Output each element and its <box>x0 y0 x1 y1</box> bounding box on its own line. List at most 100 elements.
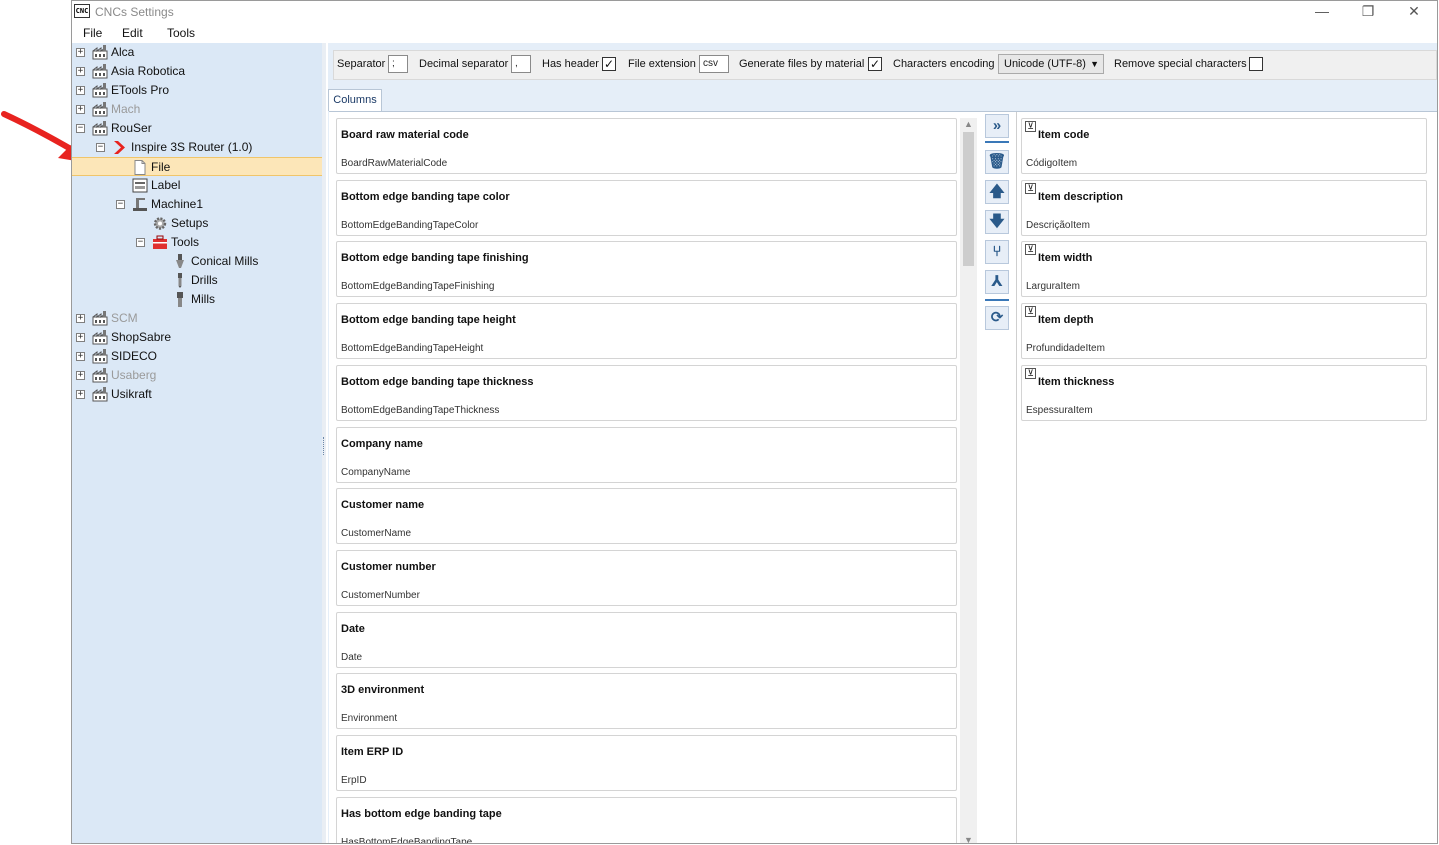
delete-button[interactable]: 🗑 <box>985 150 1009 174</box>
encoding-select[interactable]: Unicode (UTF-8) ▼ <box>998 54 1104 74</box>
tree-node-label: Machine1 <box>151 197 204 211</box>
available-column-item[interactable]: Item ERP ID ErpID <box>336 735 957 791</box>
tree-node[interactable]: − Machine1 <box>72 195 322 214</box>
expand-icon[interactable]: + <box>76 86 85 95</box>
collapse-icon[interactable]: − <box>76 124 85 133</box>
tree-node[interactable]: File <box>72 157 322 176</box>
minimize-button[interactable]: — <box>1299 1 1345 23</box>
collapse-toggle-icon[interactable]: ⊻ <box>1025 244 1036 256</box>
separator-input[interactable]: ; <box>388 55 408 73</box>
available-column-item[interactable]: Board raw material code BoardRawMaterialC… <box>336 118 957 174</box>
selected-column-item[interactable]: ⊻ Item code CódigoItem <box>1021 118 1427 174</box>
remove-special-checkbox[interactable] <box>1249 57 1263 71</box>
factory-icon <box>92 387 108 402</box>
tree-node-label: Setups <box>171 216 209 230</box>
decimal-separator-input[interactable]: , <box>511 55 531 73</box>
tree-node[interactable]: + ETools Pro <box>72 81 322 100</box>
expand-icon[interactable]: + <box>76 314 85 323</box>
collapse-toggle-icon[interactable]: ⊻ <box>1025 182 1036 194</box>
available-column-item[interactable]: 3D environment Environment <box>336 673 957 730</box>
move-down-button[interactable]: 🡇 <box>985 210 1009 234</box>
expand-icon[interactable]: + <box>76 48 85 57</box>
move-up-button[interactable]: 🡅 <box>985 180 1009 204</box>
merge-button[interactable]: ⑂ <box>985 240 1009 264</box>
scroll-down-icon[interactable]: ▼ <box>960 834 977 843</box>
menu-edit[interactable]: Edit <box>122 26 143 40</box>
tree-node-label: ShopSabre <box>111 330 172 344</box>
collapse-icon[interactable]: − <box>116 200 125 209</box>
selected-column-item[interactable]: ⊻ Item depth ProfundidadeItem <box>1021 303 1427 360</box>
tree-node[interactable]: + Asia Robotica <box>72 62 322 81</box>
expand-icon[interactable]: + <box>76 333 85 342</box>
add-all-button[interactable]: » <box>985 114 1009 138</box>
tree-node[interactable]: − Tools <box>72 233 322 252</box>
column-field-name: Environment <box>341 713 398 725</box>
column-title: Customer name <box>341 499 425 512</box>
tree-node[interactable]: − RouSer <box>72 119 322 138</box>
tree-node[interactable]: + Usikraft <box>72 385 322 404</box>
window-title: CNCs Settings <box>95 5 174 19</box>
available-column-item[interactable]: Customer number CustomerNumber <box>336 549 957 606</box>
selected-column-item[interactable]: ⊻ Item width LarguraItem <box>1021 241 1427 298</box>
expand-icon[interactable]: + <box>76 105 85 114</box>
tree-node[interactable]: + Usaberg <box>72 366 322 385</box>
tree-node[interactable]: + ShopSabre <box>72 328 322 347</box>
collapse-icon[interactable]: − <box>136 238 145 247</box>
tree-node[interactable]: Label <box>72 176 322 195</box>
column-field-name: BottomEdgeBandingTapeThickness <box>341 404 500 416</box>
available-column-item[interactable]: Bottom edge banding tape thickness Bottom… <box>336 364 957 421</box>
column-title: 3D environment <box>341 684 425 697</box>
split-button[interactable]: ⅄ <box>985 270 1009 294</box>
expand-icon[interactable]: + <box>76 371 85 380</box>
close-button[interactable]: ✕ <box>1391 1 1437 23</box>
available-column-item[interactable]: Has bottom edge banding tape HasBottomEdg… <box>336 796 957 844</box>
restore-button[interactable]: ❐ <box>1345 1 1391 23</box>
expand-icon[interactable]: + <box>76 67 85 76</box>
expand-icon[interactable]: + <box>76 352 85 361</box>
column-field-name: HasBottomEdgeBandingTape <box>341 836 473 844</box>
tree-node[interactable]: − Inspire 3S Router (1.0) <box>72 138 322 157</box>
tree-node-label: File <box>151 160 171 174</box>
tree-node[interactable]: + SCM <box>72 309 322 328</box>
tree-node[interactable]: Drills <box>72 271 322 290</box>
collapse-toggle-icon[interactable]: ⊻ <box>1025 306 1036 318</box>
column-field-name: EspessuraItem <box>1026 404 1093 416</box>
tab-columns[interactable]: Columns <box>328 89 382 111</box>
menu-tools[interactable]: Tools <box>167 26 195 40</box>
available-columns-scrollbar[interactable]: ▲ ▼ <box>960 118 977 843</box>
selected-column-item[interactable]: ⊻ Item description DescriçãoItem <box>1021 179 1427 236</box>
has-header-checkbox[interactable]: ✓ <box>602 57 616 71</box>
file-extension-input[interactable]: csv <box>699 55 729 73</box>
tree-node[interactable]: + Alca <box>72 43 322 62</box>
collapse-icon[interactable]: − <box>96 143 105 152</box>
reset-button[interactable]: ⟳ <box>985 306 1009 330</box>
available-column-item[interactable]: Customer name CustomerName <box>336 488 957 545</box>
selected-column-item[interactable]: ⊻ Item thickness EspessuraItem <box>1021 364 1427 421</box>
tree-node[interactable]: + SIDECO <box>72 347 322 366</box>
factory-icon <box>92 102 108 117</box>
selected-columns-list: ⊻ Item code CódigoItem ⊻ Item description Des… <box>1021 118 1429 843</box>
tree-node[interactable]: + Mach <box>72 100 322 119</box>
available-column-item[interactable]: Bottom edge banding tape finishing Bottom… <box>336 241 957 298</box>
available-column-item[interactable]: Company name CompanyName <box>336 426 957 483</box>
tree-node-label: Usaberg <box>111 368 157 382</box>
available-column-item[interactable]: Date Date <box>336 611 957 668</box>
splitter-grip[interactable] <box>323 437 325 455</box>
collapse-toggle-icon[interactable]: ⊻ <box>1025 367 1036 379</box>
column-field-name: CompanyName <box>341 466 411 478</box>
expand-icon[interactable]: + <box>76 390 85 399</box>
remove-special-label: Remove special characters <box>1114 58 1247 70</box>
tree-node[interactable]: Setups <box>72 214 322 233</box>
tree-node[interactable]: Mills <box>72 290 322 309</box>
available-column-item[interactable]: Bottom edge banding tape height BottomEdg… <box>336 303 957 360</box>
scroll-thumb[interactable] <box>963 132 974 266</box>
generate-files-checkbox[interactable]: ✓ <box>868 57 882 71</box>
menu-file[interactable]: File <box>83 26 102 40</box>
tree-node-label: Asia Robotica <box>111 64 186 78</box>
tree-node[interactable]: Conical Mills <box>72 252 322 271</box>
gear-icon <box>152 216 168 231</box>
collapse-toggle-icon[interactable]: ⊻ <box>1025 121 1036 132</box>
panel-splitter[interactable] <box>322 43 326 843</box>
available-column-item[interactable]: Bottom edge banding tape color BottomEdge… <box>336 179 957 236</box>
scroll-up-icon[interactable]: ▲ <box>960 118 977 130</box>
